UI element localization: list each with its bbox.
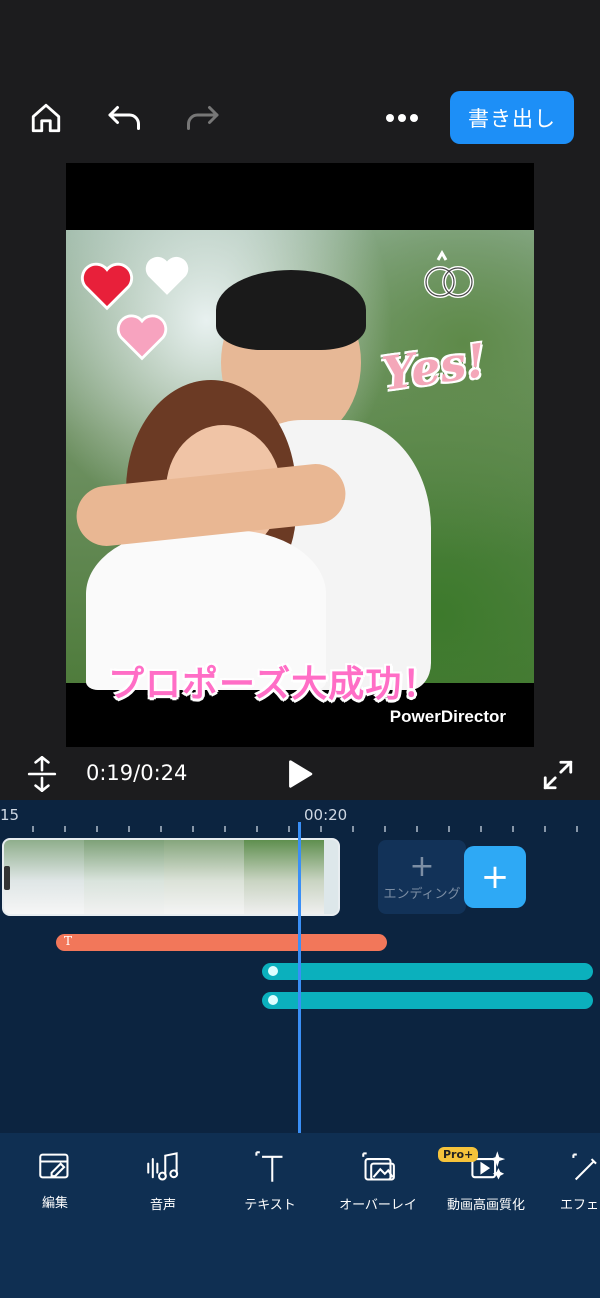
- ending-label: エンディング: [383, 886, 461, 902]
- clip-thumb: [84, 840, 164, 914]
- ruler-tick: [256, 826, 258, 832]
- ruler-tick: [544, 826, 546, 832]
- ending-slot[interactable]: + エンディング: [378, 840, 466, 914]
- ruler-tick: [32, 826, 34, 832]
- export-button[interactable]: 書き出し: [450, 91, 574, 144]
- ruler-tick: [288, 826, 290, 832]
- text-track[interactable]: T: [56, 934, 387, 951]
- ruler-tick: [128, 826, 130, 832]
- undo-button[interactable]: [104, 98, 146, 138]
- tool-label: エフェ: [560, 1198, 600, 1213]
- rings-icon: [424, 250, 474, 298]
- ruler-tick: [416, 826, 418, 832]
- tool-label: テキスト: [244, 1198, 296, 1213]
- ruler-tick: [448, 826, 450, 832]
- tool-edit[interactable]: 編集: [5, 1150, 105, 1211]
- ending-plus: +: [409, 848, 435, 884]
- more-icon: [386, 114, 418, 122]
- tool-text[interactable]: テキスト: [220, 1150, 320, 1213]
- tool-label: オーバーレイ: [339, 1198, 417, 1213]
- caption-text: プロポーズ大成功！: [108, 664, 440, 705]
- effect-icon: [572, 1153, 597, 1181]
- ruler-tick: [320, 826, 322, 832]
- ruler-label-left: 15: [0, 806, 20, 824]
- tool-effect[interactable]: エフェ: [542, 1150, 600, 1213]
- ruler-tick: [512, 826, 514, 832]
- resize-vertical-icon: [27, 756, 57, 792]
- overlay-icon: [362, 1152, 395, 1181]
- resize-button[interactable]: [22, 754, 62, 794]
- ruler-tick: [384, 826, 386, 832]
- home-button[interactable]: [26, 98, 66, 138]
- ruler-tick: [352, 826, 354, 832]
- ruler-tick: [160, 826, 162, 832]
- playback-time: 0:19/0:24: [86, 761, 188, 785]
- heart-sticker-white: [145, 256, 189, 295]
- ruler-tick: [224, 826, 226, 832]
- ruler-tick: [96, 826, 98, 832]
- watermark: PowerDirector: [389, 707, 506, 726]
- ruler-tick: [480, 826, 482, 832]
- clip-thumb: [164, 840, 244, 914]
- sticker-track[interactable]: [262, 992, 593, 1009]
- ruler-tick: [192, 826, 194, 832]
- preview-photo: Yes! プロポーズ大成功！: [66, 230, 534, 705]
- video-preview[interactable]: Yes! プロポーズ大成功！ PowerDirector: [66, 163, 534, 747]
- clip-thumb: [244, 840, 324, 914]
- ruler-tick: [64, 826, 66, 832]
- clip-left-handle[interactable]: [4, 866, 10, 890]
- fullscreen-button[interactable]: [538, 756, 578, 794]
- audio-icon: [147, 1152, 179, 1181]
- play-icon: [289, 760, 313, 788]
- sticker-track-icon: [268, 966, 278, 976]
- text-icon: [255, 1151, 283, 1182]
- play-button[interactable]: [282, 756, 318, 792]
- playhead[interactable]: [298, 822, 301, 1134]
- edit-icon: [39, 1153, 69, 1179]
- man-hair: [216, 270, 366, 350]
- pro-badge: Pro+: [438, 1147, 479, 1162]
- tool-audio[interactable]: 音声: [113, 1150, 213, 1213]
- redo-button[interactable]: [181, 98, 223, 138]
- undo-icon: [108, 106, 140, 130]
- video-clip[interactable]: [2, 838, 340, 916]
- redo-icon: [187, 106, 219, 130]
- tool-label: 動画高画質化: [446, 1198, 525, 1213]
- tool-label: 音声: [149, 1198, 176, 1213]
- yes-sticker: Yes!: [378, 333, 490, 401]
- heart-sticker-red: [80, 262, 134, 311]
- tool-overlay[interactable]: オーバーレイ: [328, 1150, 428, 1213]
- fullscreen-icon: [543, 760, 573, 790]
- sticker-track-icon: [268, 995, 278, 1005]
- ruler-label-20: 00:20: [304, 806, 348, 824]
- home-icon: [31, 103, 61, 133]
- tool-label: 編集: [41, 1196, 68, 1211]
- clip-thumb: [4, 840, 84, 914]
- text-track-icon: T: [64, 934, 73, 948]
- ruler-tick: [576, 826, 578, 832]
- add-media-button[interactable]: +: [464, 846, 526, 908]
- heart-sticker-pink: [116, 314, 168, 361]
- more-button[interactable]: [380, 98, 424, 138]
- sticker-track[interactable]: [262, 963, 593, 980]
